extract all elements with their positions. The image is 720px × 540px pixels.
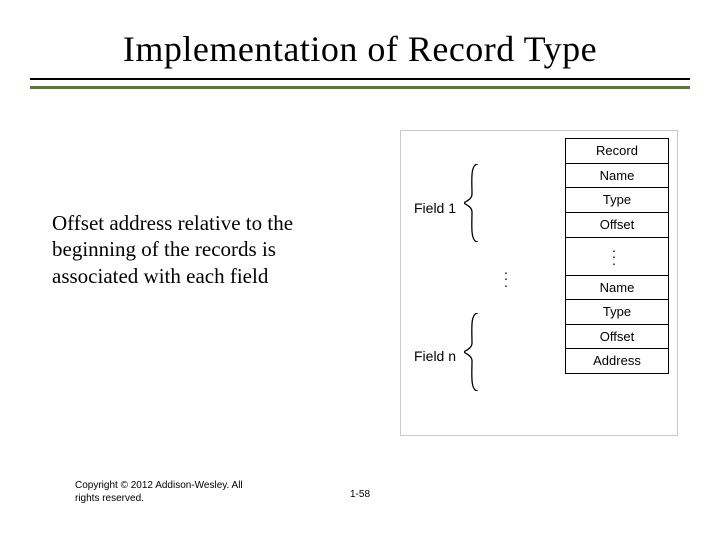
brace-icon [464,164,482,242]
cell-address: Address [565,348,669,374]
fieldn-label: Field n [414,348,456,364]
record-diagram: Field 1 Field n ... Record Name Type Off… [400,130,680,440]
cell-type2: Type [565,299,669,325]
vdots-icon: ... [612,244,616,263]
field1-label: Field 1 [414,200,456,216]
footer-page: 1-58 [0,489,720,500]
cell-offset2: Offset [565,324,669,350]
cell-offset: Offset [565,212,669,238]
slide-title: Implementation of Record Type [0,28,720,70]
body-text: Offset address relative to the beginning… [52,210,362,289]
slide: Implementation of Record Type Offset add… [0,0,720,540]
cell-type: Type [565,187,669,213]
cell-name: Name [565,163,669,189]
brace-icon [464,313,482,391]
cell-name2: Name [565,275,669,301]
title-underline [30,78,690,89]
vdots-icon: ... [504,266,508,285]
cell-gap: ... [565,236,669,276]
box-column: Record Name Type Offset ... Name Type Of… [565,138,669,374]
cell-record: Record [565,138,669,164]
